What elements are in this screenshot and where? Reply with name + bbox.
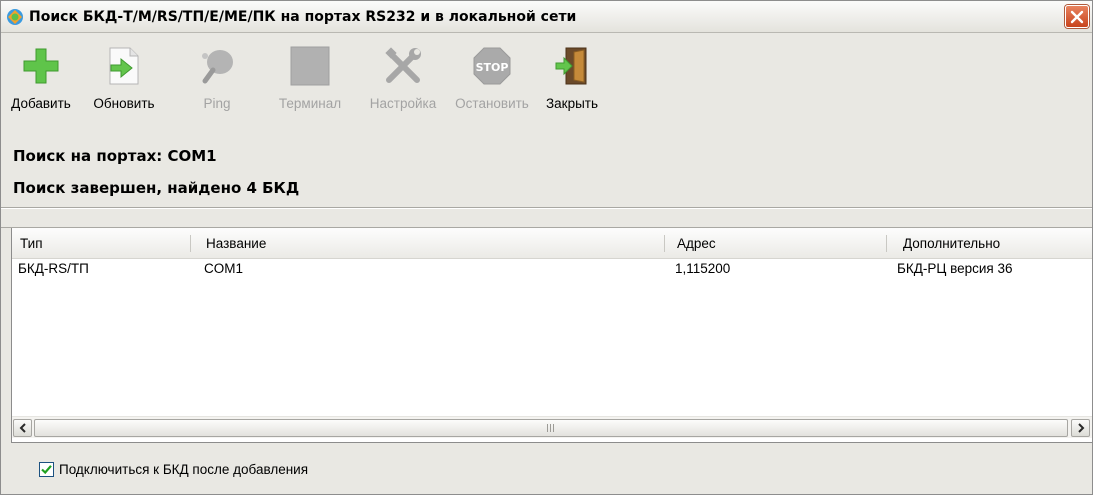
title-bar[interactable]: Поиск БКД-Т/М/RS/ТП/Е/МЕ/ПК на портах RS… <box>1 1 1092 33</box>
cell-extra: БКД-РЦ версия 36 <box>897 261 1013 276</box>
search-ports-status: Поиск на портах: COM1 <box>13 147 217 165</box>
stop-button[interactable]: STOP Остановить <box>451 34 533 132</box>
toolbar: Добавить Обновить Ping Терминал Настройк… <box>1 34 1092 134</box>
close-toolbar-button[interactable]: Закрыть <box>533 34 611 132</box>
scroll-right-button[interactable] <box>1071 419 1090 437</box>
connect-after-add-option[interactable]: Подключиться к БКД после добавления <box>39 462 308 477</box>
connect-after-add-checkbox[interactable] <box>39 462 54 477</box>
scroll-left-button[interactable] <box>13 419 32 437</box>
chevron-right-icon <box>1077 423 1084 433</box>
cell-address: 1,115200 <box>675 261 731 276</box>
terminal-icon <box>290 46 330 86</box>
list-header: Тип Название Адрес Дополнительно <box>12 228 1092 259</box>
cell-type: БКД-RS/ТП <box>18 261 89 276</box>
stop-sign-icon: STOP <box>473 47 511 85</box>
wrench-screwdriver-icon <box>385 47 421 83</box>
add-button[interactable]: Добавить <box>3 34 79 132</box>
refresh-button-label: Обновить <box>93 96 155 111</box>
add-button-label: Добавить <box>11 96 71 111</box>
options-area: Подключиться к БКД после добавления <box>1 444 1092 494</box>
column-header-name[interactable]: Название <box>206 228 266 258</box>
devices-list[interactable]: Тип Название Адрес Дополнительно БКД-RS/… <box>11 228 1092 443</box>
search-result-status: Поиск завершен, найдено 4 БКД <box>13 179 300 197</box>
svg-text:STOP: STOP <box>476 61 509 74</box>
divider <box>1 207 1092 209</box>
checkmark-icon <box>41 465 52 475</box>
horizontal-scrollbar[interactable] <box>12 416 1092 438</box>
connect-after-add-label: Подключиться к БКД после добавления <box>59 462 309 477</box>
window-title: Поиск БКД-Т/М/RS/ТП/Е/МЕ/ПК на портах RS… <box>29 8 577 25</box>
settings-button[interactable]: Настройка <box>355 34 451 132</box>
settings-button-label: Настройка <box>369 96 437 111</box>
scroll-thumb[interactable] <box>34 419 1068 437</box>
close-x-icon <box>1070 10 1084 23</box>
plus-icon <box>23 48 59 84</box>
ping-button[interactable]: Ping <box>169 34 265 132</box>
refresh-button[interactable]: Обновить <box>79 34 169 132</box>
refresh-arrow-icon <box>109 47 139 85</box>
cell-name: COM1 <box>204 261 244 276</box>
chevron-left-icon <box>19 423 26 433</box>
search-window: Поиск БКД-Т/М/RS/ТП/Е/МЕ/ПК на портах RS… <box>0 0 1093 495</box>
app-icon <box>7 8 23 25</box>
column-header-extra[interactable]: Дополнительно <box>903 228 1000 258</box>
ping-icon <box>202 50 233 84</box>
column-header-type[interactable]: Тип <box>20 228 43 258</box>
column-header-address[interactable]: Адрес <box>677 228 716 258</box>
terminal-button[interactable]: Терминал <box>265 34 355 132</box>
status-area: Поиск на портах: COM1 Поиск завершен, на… <box>1 134 1092 210</box>
ping-button-label: Ping <box>203 96 231 111</box>
grip-icon <box>547 424 555 432</box>
close-button[interactable] <box>1065 5 1089 28</box>
exit-door-icon <box>555 47 587 85</box>
stop-button-label: Остановить <box>455 96 529 111</box>
close-toolbar-button-label: Закрыть <box>546 96 598 111</box>
table-row[interactable]: БКД-RS/ТП COM1 1,115200 БКД-РЦ версия 36 <box>12 259 1092 281</box>
terminal-button-label: Терминал <box>278 96 342 111</box>
